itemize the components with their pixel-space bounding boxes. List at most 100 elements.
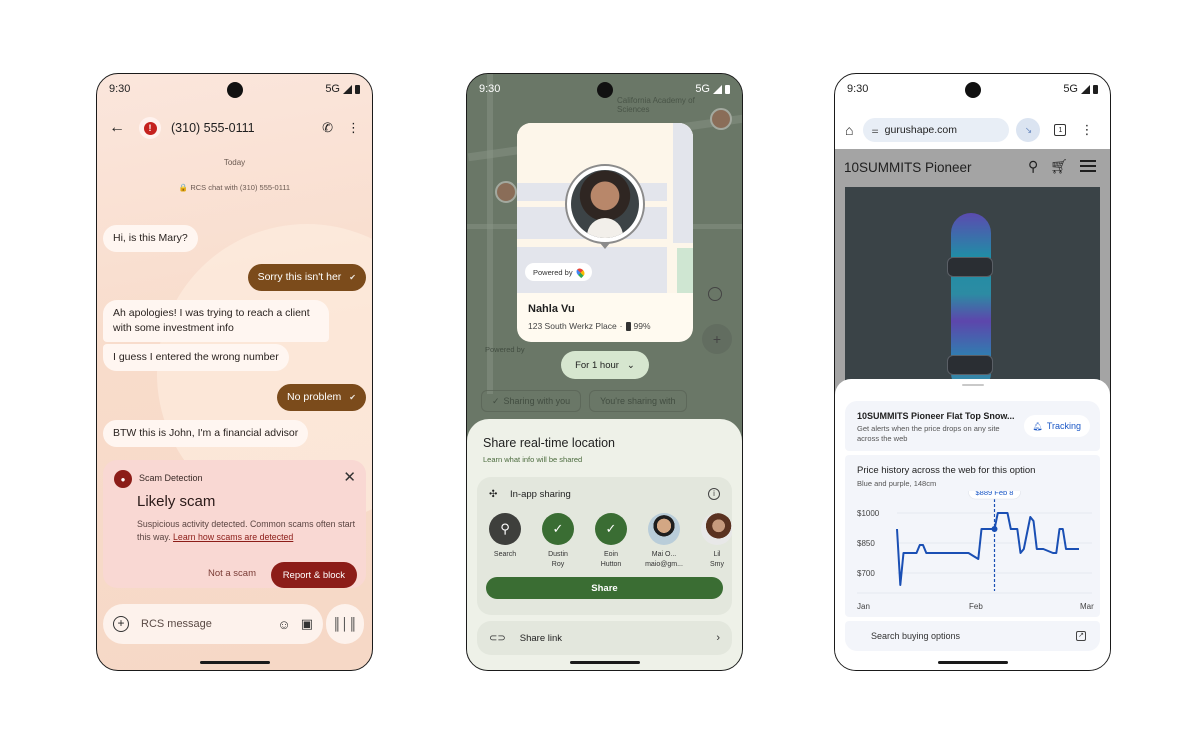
phone-call-icon[interactable]: ✆ — [322, 120, 333, 136]
contact-search[interactable]: ⚲ Search — [489, 513, 521, 570]
price-tracking-icon[interactable]: ↘ — [1016, 118, 1041, 142]
report-block-button[interactable]: Report & block — [270, 562, 357, 588]
sharing-tabs: ✓ Sharing with you You're sharing with — [481, 390, 687, 412]
rcs-notice: 🔒 RCS chat with (310) 555-0111 — [178, 183, 291, 192]
more-options-icon[interactable]: ⋮ — [347, 120, 360, 136]
product-title: 10SUMMITS Pioneer Flat Top Snow... — [857, 411, 1015, 421]
tracking-description: Get alerts when the price drops on any s… — [857, 424, 1000, 443]
message-bubble-incoming[interactable]: Ah apologies! I was trying to reach a cl… — [103, 300, 329, 342]
contact-address: 123 South Werkz Place · 99% — [528, 321, 651, 331]
status-time: 9:30 — [109, 83, 131, 95]
scam-title: Likely scam — [137, 493, 216, 510]
tab-sharing-with-you[interactable]: ✓ Sharing with you — [481, 390, 582, 412]
my-location-icon[interactable] — [708, 287, 722, 301]
share-link-row[interactable]: ⊂⊃ Share link › — [477, 621, 732, 655]
park-area — [677, 248, 693, 293]
add-attachment-icon[interactable]: + — [113, 616, 129, 632]
y-tick-label: $1000 — [857, 509, 880, 518]
shield-icon: ● — [114, 470, 132, 488]
close-icon[interactable]: ✕ — [343, 468, 356, 486]
status-icons: 5G — [695, 83, 730, 95]
read-check-icon: ✔ — [349, 273, 356, 282]
url-text: gurushape.com — [884, 124, 958, 136]
back-arrow-icon[interactable]: ← — [109, 119, 133, 137]
message-bubble-outgoing[interactable]: No problem ✔ — [277, 384, 366, 411]
status-icons: 5G — [325, 83, 360, 95]
contact-avatar — [565, 164, 645, 244]
message-bubble-incoming[interactable]: Hi, is this Mary? — [103, 225, 198, 252]
x-tick-label: Jan — [857, 602, 870, 611]
emoji-icon[interactable]: ☺ — [277, 617, 290, 632]
scam-detection-label: Scam Detection — [139, 473, 203, 483]
info-icon[interactable]: i — [708, 488, 720, 500]
battery-icon — [355, 84, 360, 94]
price-history-chart[interactable]: $1000 $850 $700 Jan Feb Mar $889 Feb 8 — [845, 491, 1102, 617]
home-icon[interactable]: ⌂ — [845, 122, 853, 138]
search-buying-options-row[interactable]: Search buying options ↗ — [845, 621, 1100, 651]
search-icon[interactable]: ⚲ — [1028, 158, 1038, 175]
message-bubble-outgoing[interactable]: Sorry this isn't her ✔ — [247, 264, 366, 291]
y-tick-label: $850 — [857, 539, 875, 548]
gallery-icon[interactable]: ▣ — [301, 616, 313, 632]
check-icon: ✓ — [542, 513, 574, 545]
address-bar[interactable]: ⚌ gurushape.com — [863, 118, 1010, 142]
more-options-icon[interactable]: ⋮ — [1080, 122, 1093, 138]
home-indicator — [569, 661, 640, 664]
contact-photo — [648, 513, 680, 545]
location-card[interactable]: Powered by Nahla Vu 123 South Werkz Plac… — [517, 123, 693, 342]
contact-photo — [701, 513, 732, 545]
tracking-card: 10SUMMITS Pioneer Flat Top Snow... Get a… — [845, 401, 1100, 451]
home-indicator — [199, 661, 270, 664]
price-series-line — [896, 512, 1079, 586]
waveform-icon: ║│║ — [332, 617, 358, 631]
warning-icon: ! — [143, 121, 157, 135]
share-link-label: Share link — [519, 632, 563, 644]
message-bubble-incoming[interactable]: I guess I entered the wrong number — [103, 344, 289, 371]
in-app-sharing-label: In-app sharing — [510, 489, 571, 500]
link-icon: ⊂⊃ — [489, 632, 506, 644]
status-icons: 5G — [1063, 83, 1098, 95]
tracking-button[interactable]: 🔔︎ Tracking — [1023, 415, 1090, 437]
learn-more-link[interactable]: Learn what info will be shared — [483, 455, 582, 464]
status-bar: 9:30 5G — [835, 74, 1110, 104]
contact-number: (310) 555-0111 — [171, 121, 255, 135]
contact-avatar[interactable]: ! — [139, 117, 161, 139]
message-bubble-incoming[interactable]: BTW this is John, I'm a financial adviso… — [103, 420, 309, 447]
battery-level: 99% — [633, 321, 651, 331]
map-attribution: Powered by — [485, 345, 525, 354]
not-a-scam-button[interactable]: Not a scam — [208, 568, 256, 579]
scam-detection-card: ● Scam Detection ✕ Likely scam Suspiciou… — [103, 460, 366, 588]
search-icon: ⚲ — [489, 513, 521, 545]
network-label: 5G — [695, 83, 710, 95]
friend-map-avatar[interactable] — [495, 181, 517, 203]
contact-item[interactable]: ✓ Eoin Hutton — [595, 513, 627, 570]
chevron-down-icon: ⌄ — [626, 359, 635, 371]
tab-youre-sharing-with[interactable]: You're sharing with — [589, 390, 687, 412]
chart-title: Price history across the web for this op… — [857, 465, 1036, 476]
message-input[interactable]: RCS message — [141, 618, 267, 630]
voice-message-button[interactable]: ║│║ — [326, 604, 364, 644]
browser-toolbar: ⌂ ⚌ gurushape.com ↘ 1 ⋮ — [835, 114, 1110, 146]
y-tick-label: $700 — [857, 569, 875, 578]
menu-icon[interactable] — [1080, 160, 1096, 172]
price-history-card: Price history across the web for this op… — [845, 455, 1100, 617]
duration-dropdown[interactable]: For 1 hour ⌄ — [561, 351, 649, 379]
contact-item[interactable]: Lil Smy — [701, 513, 732, 570]
buying-options-label: Search buying options — [871, 631, 961, 641]
cart-icon[interactable]: 🛒︎ — [1050, 158, 1068, 175]
share-location-sheet: Share real-time location Learn what info… — [467, 419, 742, 670]
product-image[interactable] — [845, 187, 1100, 387]
tab-switcher[interactable]: 1 — [1054, 124, 1067, 136]
site-settings-icon[interactable]: ⚌ — [871, 126, 878, 135]
status-bar: 9:30 5G — [467, 74, 742, 104]
share-button[interactable]: Share — [486, 577, 723, 599]
learn-more-link[interactable]: Learn how scams are detected — [173, 532, 293, 542]
sharing-app-icon: ✣ — [489, 489, 498, 500]
contact-item[interactable]: Mai O... maio@gm... — [645, 513, 683, 570]
signal-icon — [713, 84, 722, 94]
zoom-in-button[interactable]: + — [702, 324, 732, 354]
battery-icon — [1093, 84, 1098, 94]
contact-item[interactable]: ✓ Dustin Roy — [542, 513, 574, 570]
drag-handle[interactable] — [961, 384, 984, 386]
friend-map-avatar[interactable] — [710, 108, 732, 130]
